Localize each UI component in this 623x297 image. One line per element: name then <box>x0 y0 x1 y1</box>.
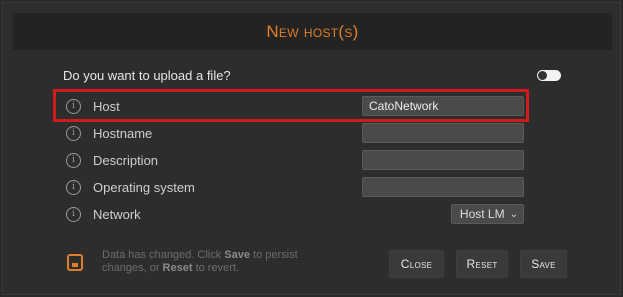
upload-file-row: Do you want to upload a file? <box>63 65 561 85</box>
notice-save-word: Save <box>224 249 250 261</box>
notice-reset-word: Reset <box>162 262 193 274</box>
description-input[interactable] <box>362 150 524 170</box>
network-label: Network <box>93 206 141 222</box>
save-button[interactable]: Save <box>520 250 567 278</box>
hostname-field-row: i Hostname <box>62 122 524 144</box>
host-input[interactable] <box>362 96 524 116</box>
notice-text: changes, or <box>102 262 163 274</box>
description-field-row: i Description <box>62 149 524 171</box>
notice-text: to persist <box>250 249 298 261</box>
network-select[interactable]: Host LM ⌄ <box>450 204 524 224</box>
upload-file-toggle[interactable] <box>537 69 561 81</box>
operating-system-input[interactable] <box>362 177 524 197</box>
operating-system-label: Operating system <box>93 179 195 195</box>
hostname-label: Hostname <box>93 125 153 141</box>
notice-text: to revert. <box>192 262 239 274</box>
network-selected-value: Host LM <box>459 207 505 221</box>
host-label: Host <box>93 98 120 114</box>
chevron-down-icon: ⌄ <box>509 208 518 220</box>
host-field-row: i Host <box>62 95 524 117</box>
dialog-header: New host(s) <box>13 13 612 50</box>
dialog-title: New host(s) <box>266 21 359 41</box>
description-label: Description <box>93 152 159 168</box>
toggle-knob <box>538 70 547 80</box>
upload-file-label: Do you want to upload a file? <box>63 67 231 83</box>
close-button[interactable]: Close <box>389 250 444 278</box>
info-icon: i <box>66 125 81 141</box>
notice-text: Data has changed. Click <box>102 249 225 261</box>
operating-system-field-row: i Operating system <box>62 176 524 198</box>
info-icon: i <box>66 152 81 168</box>
info-icon: i <box>66 179 81 195</box>
floppy-disk-icon <box>67 254 83 271</box>
unsaved-changes-notice: Data has changed. Click Save to persist … <box>102 249 332 275</box>
info-icon: i <box>66 98 81 114</box>
reset-button[interactable]: Reset <box>456 250 508 278</box>
network-field-row: i Network Host LM ⌄ <box>62 203 524 225</box>
hostname-input[interactable] <box>362 123 524 143</box>
info-icon: i <box>66 206 81 222</box>
